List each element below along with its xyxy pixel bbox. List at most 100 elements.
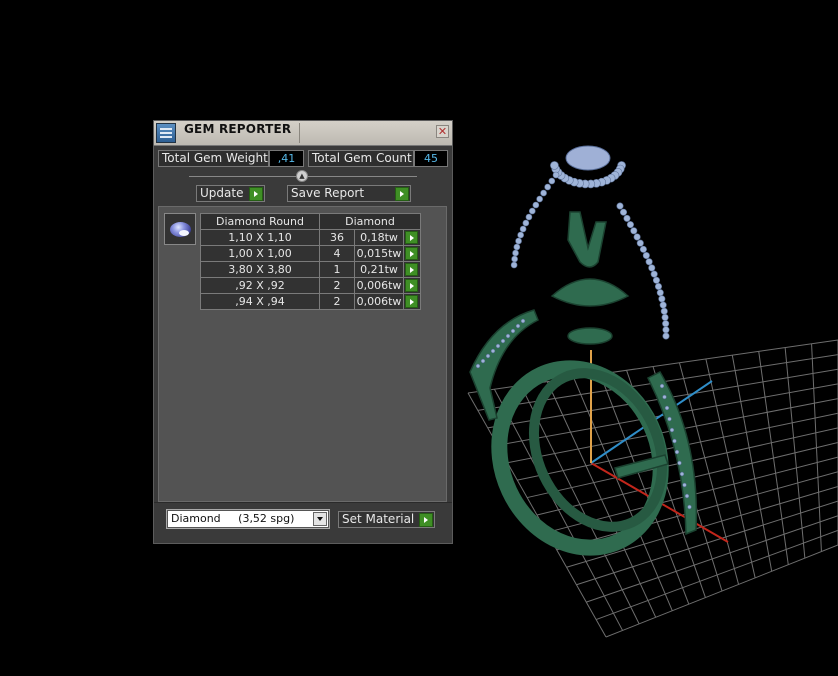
gem-count: 2: [319, 293, 355, 310]
melee-gem: [485, 353, 491, 359]
melee-gem: [654, 282, 662, 290]
gem-size: ,94 X ,94: [200, 293, 320, 310]
column-header-material: Diamond: [319, 213, 421, 230]
melee-gem: [544, 183, 551, 191]
close-icon[interactable]: ✕: [436, 125, 449, 138]
melee-gem: [652, 276, 660, 284]
setting-base[interactable]: [567, 327, 613, 345]
select-gems-play-icon[interactable]: [405, 231, 418, 244]
prong-head[interactable]: [567, 211, 607, 268]
save-report-play-icon[interactable]: [395, 187, 409, 201]
grid-line: [758, 351, 789, 565]
melee-gem: [532, 201, 540, 209]
table-row[interactable]: ,94 X ,94 2 0,006tw: [200, 293, 421, 310]
select-gems-play-icon[interactable]: [405, 263, 418, 276]
melee-gem: [645, 258, 653, 266]
collapse-toggle-icon[interactable]: ▲: [296, 170, 308, 182]
set-material-button-label: Set Material: [342, 512, 415, 526]
melee-gem: [515, 237, 522, 245]
table-row[interactable]: 1,10 X 1,10 36 0,18tw: [200, 229, 421, 246]
set-material-button[interactable]: Set Material: [338, 511, 435, 528]
melee-gem: [520, 318, 526, 324]
table-row[interactable]: 1,00 X 1,00 4 0,015tw: [200, 245, 421, 262]
melee-gem: [684, 493, 690, 499]
melee-gem: [662, 332, 670, 340]
melee-gem: [664, 405, 670, 411]
row-action-cell: [403, 293, 421, 310]
gem-weight: 0,18tw: [354, 229, 404, 246]
gem-count: 4: [319, 245, 355, 262]
melee-gem: [659, 301, 667, 309]
melee-gem: [552, 171, 560, 179]
gem-reporter-app-icon: [156, 123, 176, 143]
melee-gem: [682, 482, 687, 488]
set-material-play-icon[interactable]: [419, 513, 433, 527]
melee-gem: [510, 328, 516, 334]
melee-gem: [475, 363, 481, 369]
grid-line: [811, 343, 822, 552]
grid-line: [605, 544, 838, 638]
save-report-button-label: Save Report: [291, 186, 365, 200]
melee-gem: [636, 239, 644, 247]
footer-divider: [154, 502, 452, 503]
melee-gem: [512, 249, 519, 257]
save-report-button[interactable]: Save Report: [287, 185, 411, 202]
melee-gem: [515, 323, 521, 329]
gem-weight: 0,006tw: [354, 293, 404, 310]
material-select-value: Diamond (3,52 spg): [171, 512, 295, 525]
total-gem-weight-value: ,41: [269, 150, 304, 167]
update-play-icon[interactable]: [249, 187, 263, 201]
melee-gem: [620, 208, 628, 216]
melee-gem: [656, 289, 664, 297]
gallery-crown[interactable]: [550, 278, 630, 307]
select-gems-play-icon[interactable]: [405, 279, 418, 292]
melee-gem: [679, 471, 685, 477]
melee-gem: [548, 177, 556, 185]
melee-gem: [639, 245, 647, 253]
melee-gem: [513, 243, 521, 251]
melee-gem: [661, 313, 669, 321]
table-row[interactable]: 3,80 X 3,80 1 0,21tw: [200, 261, 421, 278]
melee-gem: [623, 214, 631, 222]
row-action-cell: [403, 245, 421, 262]
grid-line: [705, 358, 756, 578]
total-gem-count-value: 45: [414, 150, 448, 167]
gem-count: 1: [319, 261, 355, 278]
ring-model[interactable]: [469, 211, 698, 574]
melee-gem: [633, 233, 641, 241]
gem-list-area: Diamond Round Diamond 1,10 X 1,10 36 0,1…: [158, 206, 447, 502]
round-diamond-icon[interactable]: [164, 213, 196, 245]
update-button[interactable]: Update: [196, 185, 265, 202]
melee-gem: [500, 338, 506, 344]
total-gem-weight-label: Total Gem Weight: [158, 150, 269, 167]
title-bar[interactable]: GEM REPORTER ✕: [154, 121, 452, 146]
melee-gem: [540, 189, 547, 197]
melee-gem: [672, 438, 677, 444]
center-stone[interactable]: [565, 145, 611, 171]
column-header-shape: Diamond Round: [200, 213, 320, 230]
table-row[interactable]: ,92 X ,92 2 0,006tw: [200, 277, 421, 294]
grid-line: [595, 529, 838, 621]
melee-gem: [667, 416, 672, 422]
grid-line: [731, 355, 773, 572]
melee-gem: [630, 227, 638, 235]
melee-gem: [490, 348, 496, 354]
grid-line: [556, 471, 838, 551]
table-header-row: Diamond Round Diamond: [200, 213, 421, 230]
select-gems-play-icon[interactable]: [405, 247, 418, 260]
update-button-label: Update: [200, 186, 244, 200]
title-separator: [299, 123, 300, 143]
melee-gem: [505, 333, 511, 339]
melee-gem: [662, 326, 670, 334]
melee-gem: [510, 261, 518, 269]
melee-gem: [658, 295, 666, 303]
grid-line: [784, 347, 806, 559]
gem-size: 3,80 X 3,80: [200, 261, 320, 278]
material-select[interactable]: Diamond (3,52 spg): [167, 510, 329, 528]
chevron-down-icon[interactable]: [313, 512, 327, 526]
melee-gem: [550, 161, 559, 170]
select-gems-play-icon[interactable]: [405, 295, 418, 308]
melee-gem: [669, 427, 675, 433]
gem-count: 2: [319, 277, 355, 294]
melee-gem: [677, 460, 682, 466]
